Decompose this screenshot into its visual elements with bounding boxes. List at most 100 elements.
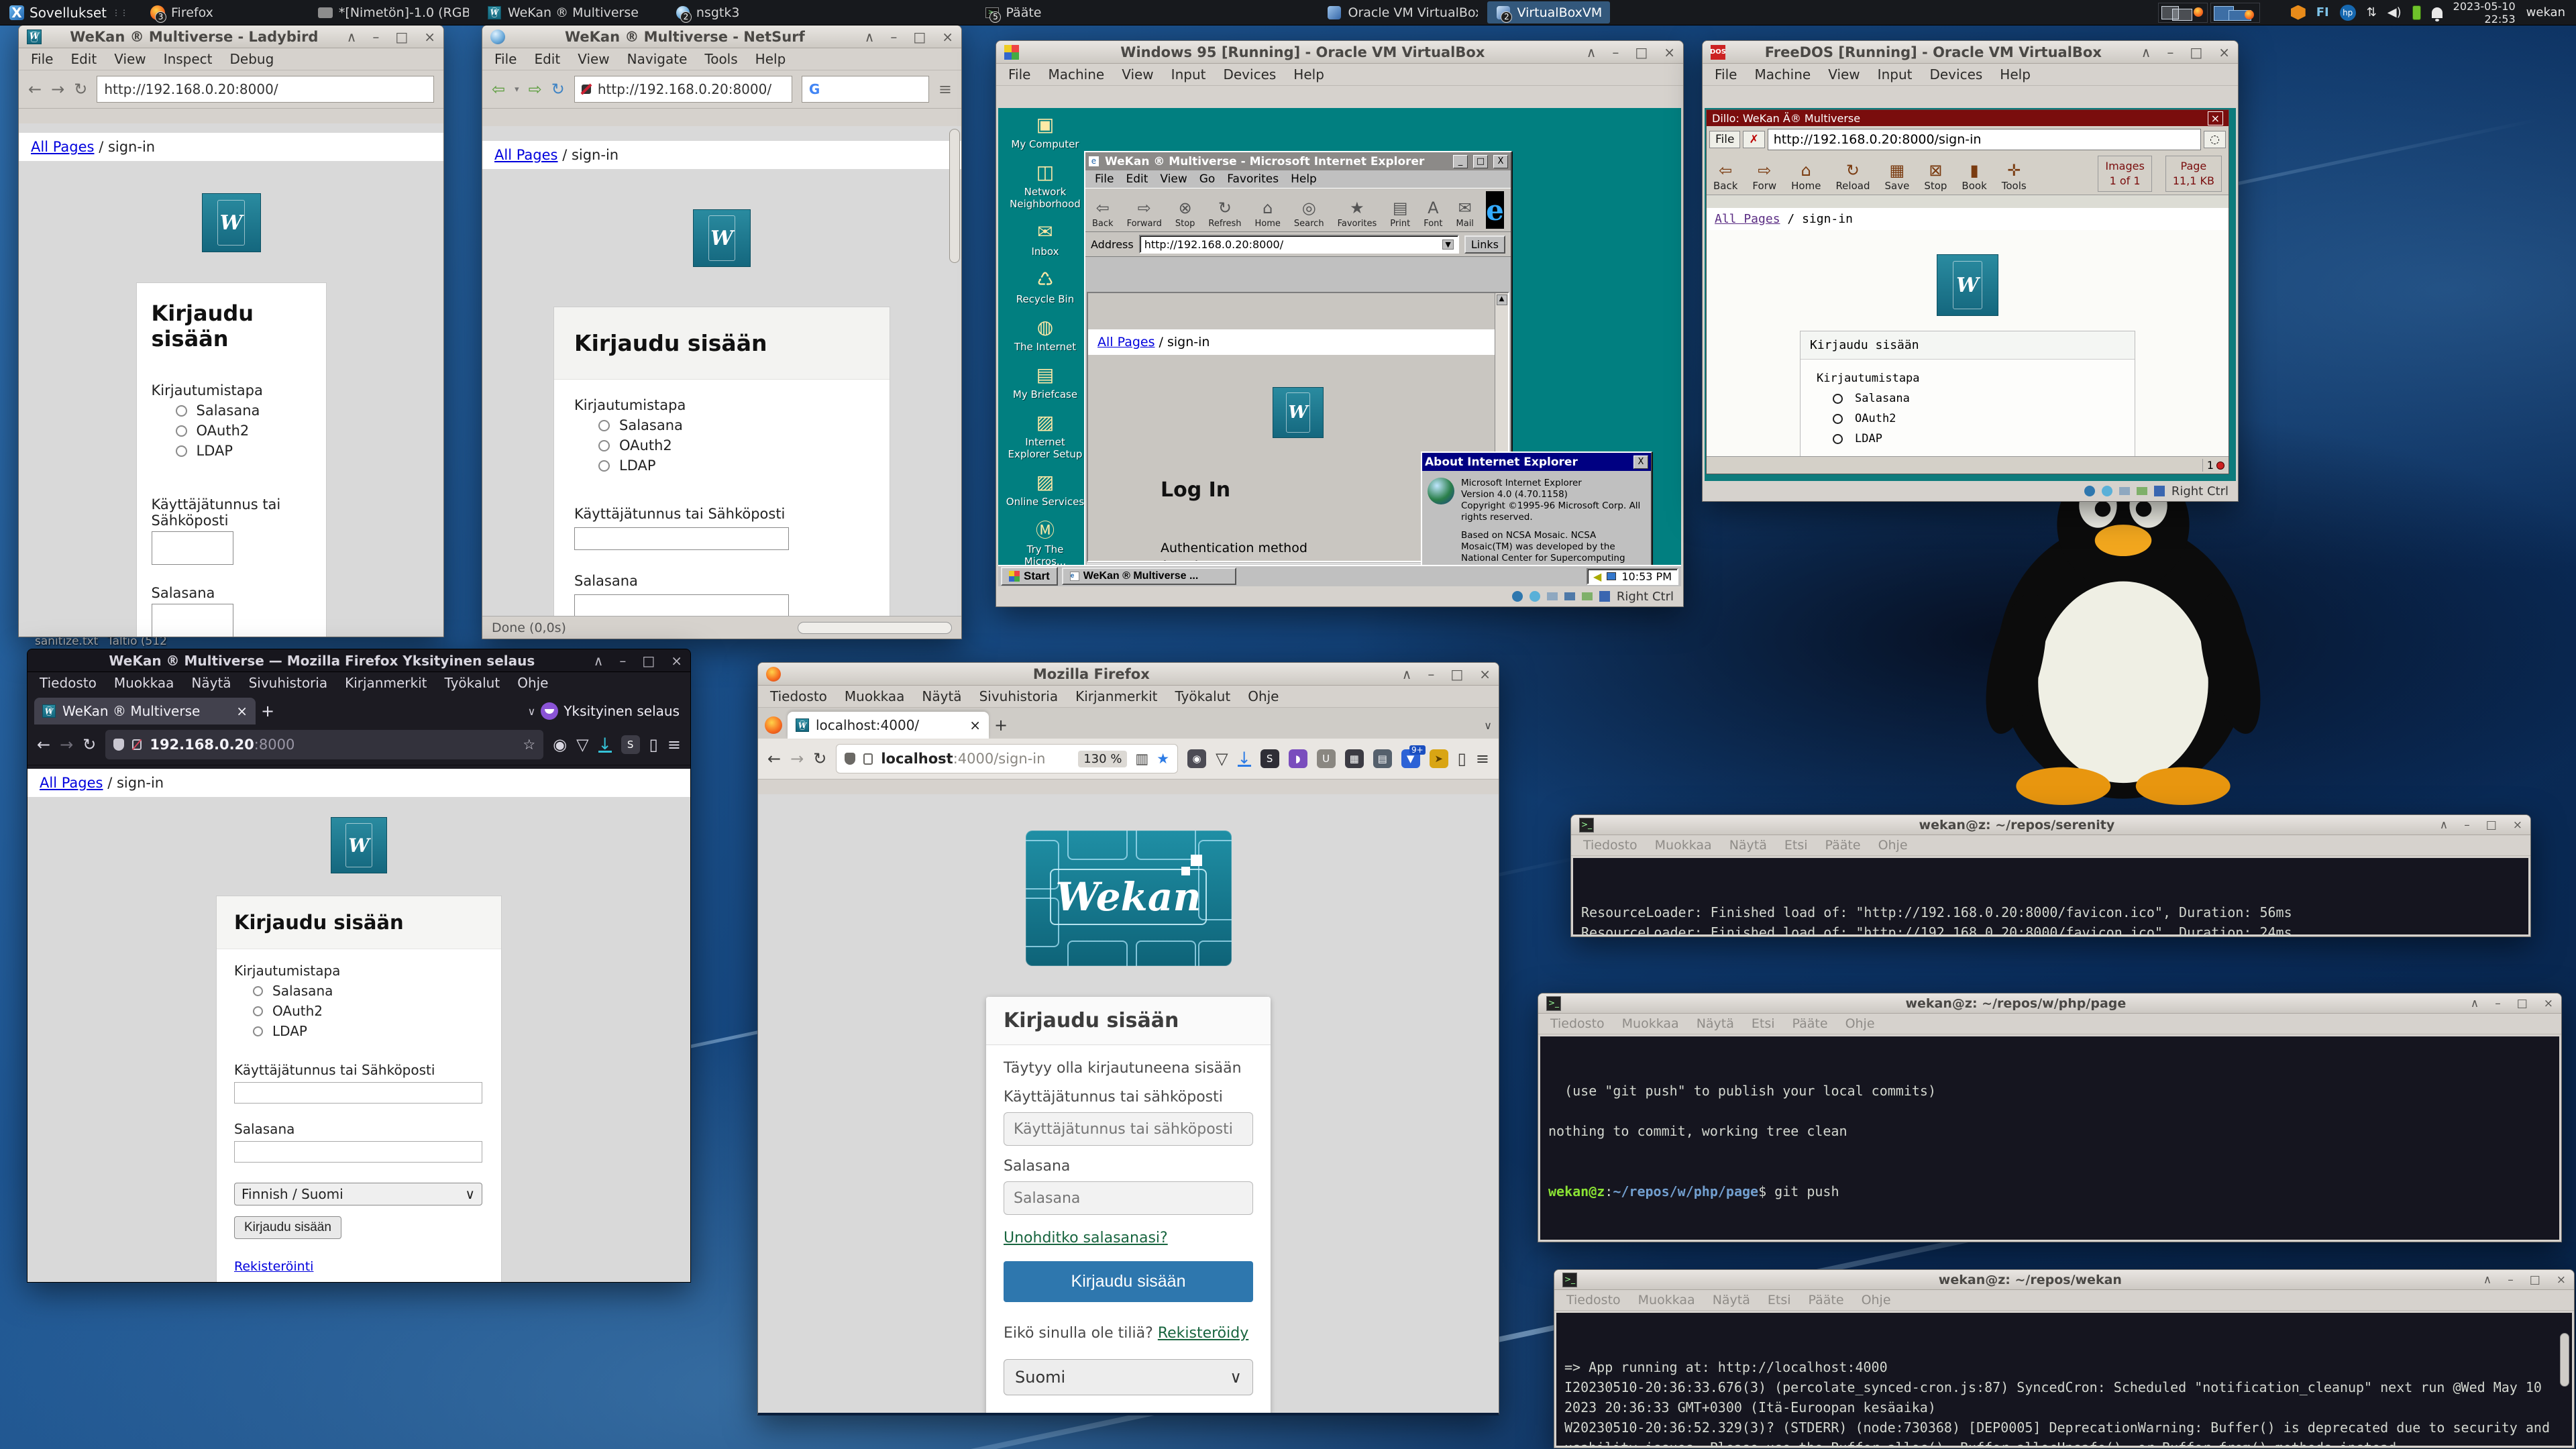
language-select[interactable]: Finnish / Suomi∨ bbox=[234, 1183, 482, 1205]
taskbar-item-terminal[interactable]: >_ Pääte5 bbox=[976, 1, 1049, 23]
shade-button[interactable]: ∧ bbox=[594, 653, 604, 669]
win95-desktop-icon[interactable]: ▨ Internet Explorer Setup bbox=[1005, 410, 1085, 460]
password-input[interactable] bbox=[234, 1141, 482, 1163]
win95-desktop-icon[interactable]: ▣ My Computer bbox=[1005, 112, 1085, 150]
extension-card-icon[interactable]: ▤ bbox=[1373, 749, 1392, 768]
minimize-button[interactable]: – bbox=[619, 653, 626, 669]
extension-icon[interactable]: ◗ bbox=[1289, 749, 1307, 768]
taskbar-item-vboxvm[interactable]: VirtualBoxVM2 bbox=[1487, 1, 1610, 23]
minimize-button[interactable]: – bbox=[2167, 44, 2174, 60]
menu-item[interactable]: Näytä bbox=[1723, 835, 1774, 855]
notification-bell-icon[interactable] bbox=[2432, 7, 2443, 18]
ie-toolbar-button[interactable]: ⇦ Back bbox=[1092, 199, 1114, 229]
menu-item[interactable]: Kirjanmerkit bbox=[338, 672, 433, 694]
signin-button[interactable]: Kirjaudu sisään bbox=[1004, 1261, 1253, 1302]
maximize-button[interactable]: □ bbox=[2190, 44, 2202, 60]
ie-titlebar[interactable]: e WeKan ® Multiverse - Microsoft Interne… bbox=[1085, 152, 1511, 170]
maximize-button[interactable]: □ bbox=[913, 29, 926, 45]
download-icon[interactable]: ↓ bbox=[1238, 751, 1251, 767]
shade-button[interactable]: ∧ bbox=[2141, 44, 2151, 60]
menu-item[interactable]: Ohje bbox=[1839, 1014, 1882, 1034]
back-icon[interactable]: ← bbox=[37, 735, 50, 754]
shade-button[interactable]: ∧ bbox=[2440, 818, 2448, 832]
menu-item[interactable]: Help bbox=[1285, 172, 1322, 186]
close-button[interactable]: X bbox=[1633, 455, 1648, 469]
dillo-toolbar-button[interactable]: ↻ Reload bbox=[1835, 161, 1870, 192]
password-input[interactable] bbox=[152, 604, 233, 637]
dropdown-icon[interactable]: ▼ bbox=[1442, 239, 1453, 250]
battery-icon[interactable] bbox=[2412, 5, 2421, 20]
win95-desktop-icon[interactable]: ✉ Inbox bbox=[1005, 219, 1085, 258]
username-input[interactable] bbox=[1004, 1112, 1253, 1146]
network-icon[interactable]: ⇅ bbox=[2367, 5, 2377, 19]
menu-item[interactable]: Edit bbox=[64, 48, 103, 70]
tab-list-icon[interactable]: ∨ bbox=[528, 705, 536, 718]
new-tab-button[interactable]: + bbox=[994, 716, 1008, 735]
radio-icon[interactable] bbox=[253, 986, 263, 996]
menu-item[interactable]: Ohje bbox=[1855, 1290, 1898, 1310]
radio-icon[interactable] bbox=[176, 445, 187, 457]
dillo-toolbar-button[interactable]: ⇦ Back bbox=[1713, 161, 1737, 192]
workspace-1[interactable] bbox=[2158, 3, 2208, 23]
win95-desktop-icon[interactable]: ◫ Network Neighborhood bbox=[1005, 160, 1085, 210]
radio-icon[interactable] bbox=[598, 440, 610, 451]
reader-mode-icon[interactable]: ▥ bbox=[1135, 751, 1148, 767]
dillo-toolbar-button[interactable]: ⌂ Home bbox=[1791, 161, 1821, 192]
maximize-button[interactable]: □ bbox=[1635, 44, 1648, 60]
stop-icon[interactable]: ✗ bbox=[1743, 131, 1764, 148]
forward-icon[interactable]: ⇨ bbox=[529, 80, 542, 99]
close-button[interactable]: × bbox=[424, 29, 435, 45]
close-button[interactable]: × bbox=[2208, 111, 2223, 125]
menu-item[interactable]: Devices bbox=[1923, 64, 1989, 85]
url-bar[interactable]: localhost:4000/sign-in 130 % ▥ ★ bbox=[836, 744, 1178, 773]
bookmark-star-icon[interactable]: ★ bbox=[1157, 751, 1169, 767]
shade-button[interactable]: ∧ bbox=[865, 29, 875, 45]
shield-icon[interactable] bbox=[845, 753, 855, 765]
ie-toolbar-button[interactable]: ⇨ Forward bbox=[1127, 199, 1162, 229]
taskbar-item-nsgtk3[interactable]: nsgtk32 bbox=[667, 1, 748, 23]
dillo-titlebar[interactable]: Dillo: WeKan Ä® Multiverse × bbox=[1707, 110, 2229, 126]
menu-item[interactable]: Näytä bbox=[1706, 1290, 1757, 1310]
keyboard-layout-indicator[interactable]: FI bbox=[2316, 5, 2329, 19]
terminal-output[interactable]: (use "git push" to publish your local co… bbox=[1540, 1036, 2559, 1240]
url-bar[interactable]: http://192.168.0.20:8000/ bbox=[97, 76, 434, 103]
hp-tray-icon[interactable]: hp bbox=[2340, 5, 2356, 21]
ie-toolbar-button[interactable]: A Font bbox=[1424, 199, 1442, 229]
scroll-up-icon[interactable]: ▲ bbox=[1497, 294, 1507, 305]
netsurf-titlebar[interactable]: WeKan ® Multiverse - NetSurf ∧–□× bbox=[482, 25, 961, 48]
taskbar-item-gimp[interactable]: *[Nimetön]-1.0 (RGB-vä... bbox=[309, 1, 477, 23]
menu-item[interactable]: View bbox=[1115, 64, 1160, 85]
menu-icon[interactable]: ≡ bbox=[667, 735, 681, 754]
radio-icon[interactable] bbox=[1833, 414, 1843, 424]
username-input[interactable] bbox=[574, 527, 789, 550]
menu-item[interactable]: Input bbox=[1871, 64, 1919, 85]
search-box[interactable]: G bbox=[802, 76, 929, 103]
minimize-button[interactable]: – bbox=[1428, 666, 1434, 682]
radio-icon[interactable] bbox=[1833, 394, 1843, 404]
maximize-button[interactable]: □ bbox=[642, 653, 655, 669]
extension-grid-icon[interactable]: ▦ bbox=[1345, 749, 1364, 768]
terminal-scrollbar[interactable] bbox=[2560, 1333, 2569, 1387]
maximize-button[interactable]: □ bbox=[1473, 155, 1488, 168]
menu-item[interactable]: View bbox=[1821, 64, 1866, 85]
extension-pointer-icon[interactable]: ➤ bbox=[1430, 749, 1448, 768]
ladybird-titlebar[interactable]: W WeKan ® Multiverse - Ladybird ∧–□× bbox=[19, 25, 443, 48]
ie-toolbar-button[interactable]: ★ Favorites bbox=[1338, 199, 1377, 229]
all-pages-link[interactable]: All Pages bbox=[1715, 212, 1780, 226]
menu-item[interactable]: Pääte bbox=[1819, 835, 1868, 855]
minimize-button[interactable]: – bbox=[2508, 1273, 2514, 1287]
menu-icon[interactable]: ≡ bbox=[1476, 749, 1489, 768]
menu-item[interactable]: Inspect bbox=[157, 48, 219, 70]
menu-item[interactable]: Näytä bbox=[915, 686, 968, 707]
menu-item[interactable]: Go bbox=[1194, 172, 1221, 186]
tray-app-icon[interactable] bbox=[2291, 5, 2306, 20]
menu-item[interactable]: File bbox=[1089, 172, 1119, 186]
active-tab[interactable]: W WeKan ® Multiverse × bbox=[34, 698, 256, 724]
workspace-pager[interactable] bbox=[2158, 3, 2260, 23]
menu-item[interactable]: Input bbox=[1165, 64, 1213, 85]
menu-item[interactable]: Tiedosto bbox=[1576, 835, 1644, 855]
signin-button[interactable]: Kirjaudu sisään bbox=[234, 1216, 341, 1239]
tab-list-icon[interactable]: ∨ bbox=[1484, 719, 1492, 732]
sidebar-icon[interactable]: ▯ bbox=[649, 735, 658, 754]
close-button[interactable]: × bbox=[2218, 44, 2230, 60]
